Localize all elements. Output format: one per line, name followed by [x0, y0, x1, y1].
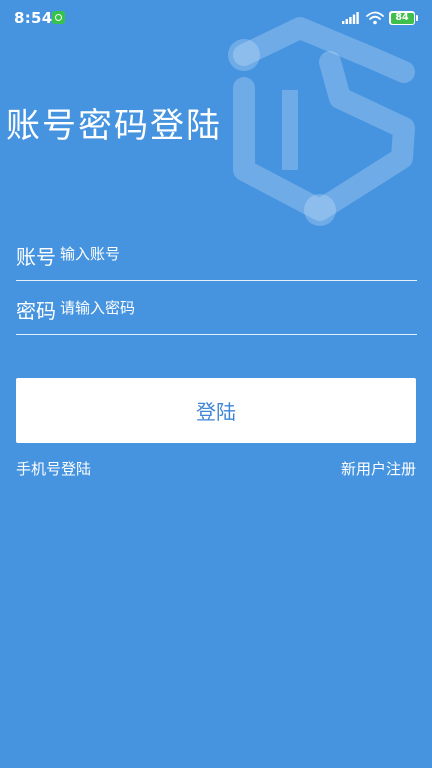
password-input[interactable] [60, 294, 410, 322]
account-label: 账号 [16, 245, 56, 269]
account-field: 账号 [16, 238, 417, 281]
status-time: 8:54 [14, 9, 53, 27]
login-button[interactable]: 登陆 [16, 378, 416, 443]
phone-login-link[interactable]: 手机号登陆 [16, 458, 91, 479]
register-link[interactable]: 新用户注册 [341, 458, 416, 479]
notification-icon [52, 11, 65, 24]
account-input[interactable] [60, 240, 410, 268]
page-title: 账号密码登陆 [6, 106, 222, 146]
password-field: 密码 [16, 292, 417, 335]
logo-watermark-icon [228, 17, 415, 226]
password-label: 密码 [16, 299, 56, 323]
